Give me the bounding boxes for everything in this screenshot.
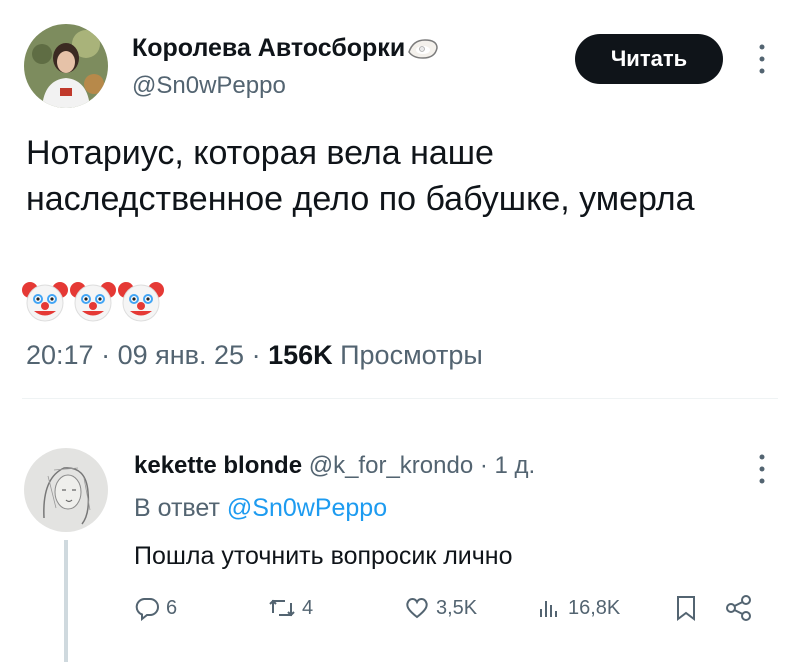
clown-emoji-icon xyxy=(22,282,68,322)
share-action[interactable] xyxy=(724,592,754,624)
views-label: Просмотры xyxy=(340,340,483,370)
reply-count: 6 xyxy=(166,596,178,619)
tweet-date[interactable]: 09 янв. 25 xyxy=(118,340,244,370)
reply-avatar[interactable] xyxy=(24,448,108,532)
views-count: 156K xyxy=(268,340,333,370)
views-count-reply: 16,8K xyxy=(568,596,621,619)
views-action[interactable]: 16,8K xyxy=(536,592,620,624)
author-name[interactable]: Королева Автосборки xyxy=(132,34,439,63)
views-icon xyxy=(540,601,557,617)
retweet-icon xyxy=(269,599,295,617)
clown-emoji-icon xyxy=(118,282,164,322)
retweet-action[interactable]: 4 xyxy=(268,592,313,624)
reply-age[interactable]: 1 д. xyxy=(495,452,536,479)
follow-button[interactable]: Читать xyxy=(575,34,723,84)
more-icon[interactable] xyxy=(756,42,768,76)
separator: · xyxy=(479,452,488,479)
divider xyxy=(22,398,778,399)
reply-to-link[interactable]: @Sn0wPeppo xyxy=(227,494,387,522)
separator: · xyxy=(101,340,118,370)
separator: · xyxy=(251,340,269,370)
reply-author-name[interactable]: kekette blonde xyxy=(134,452,302,479)
tweet-meta: 20:17 · 09 янв. 25 · 156K Просмотры xyxy=(26,340,483,371)
reply-icon xyxy=(135,598,159,621)
tweet-time[interactable]: 20:17 xyxy=(26,340,94,370)
bookmark-icon xyxy=(677,596,695,621)
clown-emoji-icon xyxy=(70,282,116,322)
like-icon xyxy=(406,598,428,619)
avatar-photo xyxy=(24,24,108,108)
more-icon[interactable] xyxy=(756,452,768,486)
bookmark-action[interactable] xyxy=(674,592,698,624)
oyster-emoji-icon xyxy=(408,38,438,59)
author-name-text: Королева Автосборки xyxy=(132,34,406,62)
author-avatar[interactable] xyxy=(24,24,108,108)
reply-header: kekette blonde @k_for_krondo · 1 д. xyxy=(134,452,535,480)
like-action[interactable]: 3,5K xyxy=(404,592,477,624)
reply-action[interactable]: 6 xyxy=(134,592,177,624)
reply-author-handle[interactable]: @k_for_krondo xyxy=(309,452,473,479)
thread-line xyxy=(64,540,68,662)
reply-to-line: В ответ @Sn0wPeppo xyxy=(134,494,387,523)
avatar-sketch xyxy=(24,448,108,532)
tweet-text: Нотариус, которая вела наше наследственн… xyxy=(26,134,695,218)
reply-text: Пошла уточнить вопросик лично xyxy=(134,542,513,570)
emoji-row xyxy=(22,278,164,324)
author-handle[interactable]: @Sn0wPeppo xyxy=(132,72,286,100)
reply-prefix: В ответ xyxy=(134,494,220,522)
like-count: 3,5K xyxy=(436,596,478,619)
share-icon xyxy=(726,595,751,621)
retweet-count: 4 xyxy=(302,596,314,619)
